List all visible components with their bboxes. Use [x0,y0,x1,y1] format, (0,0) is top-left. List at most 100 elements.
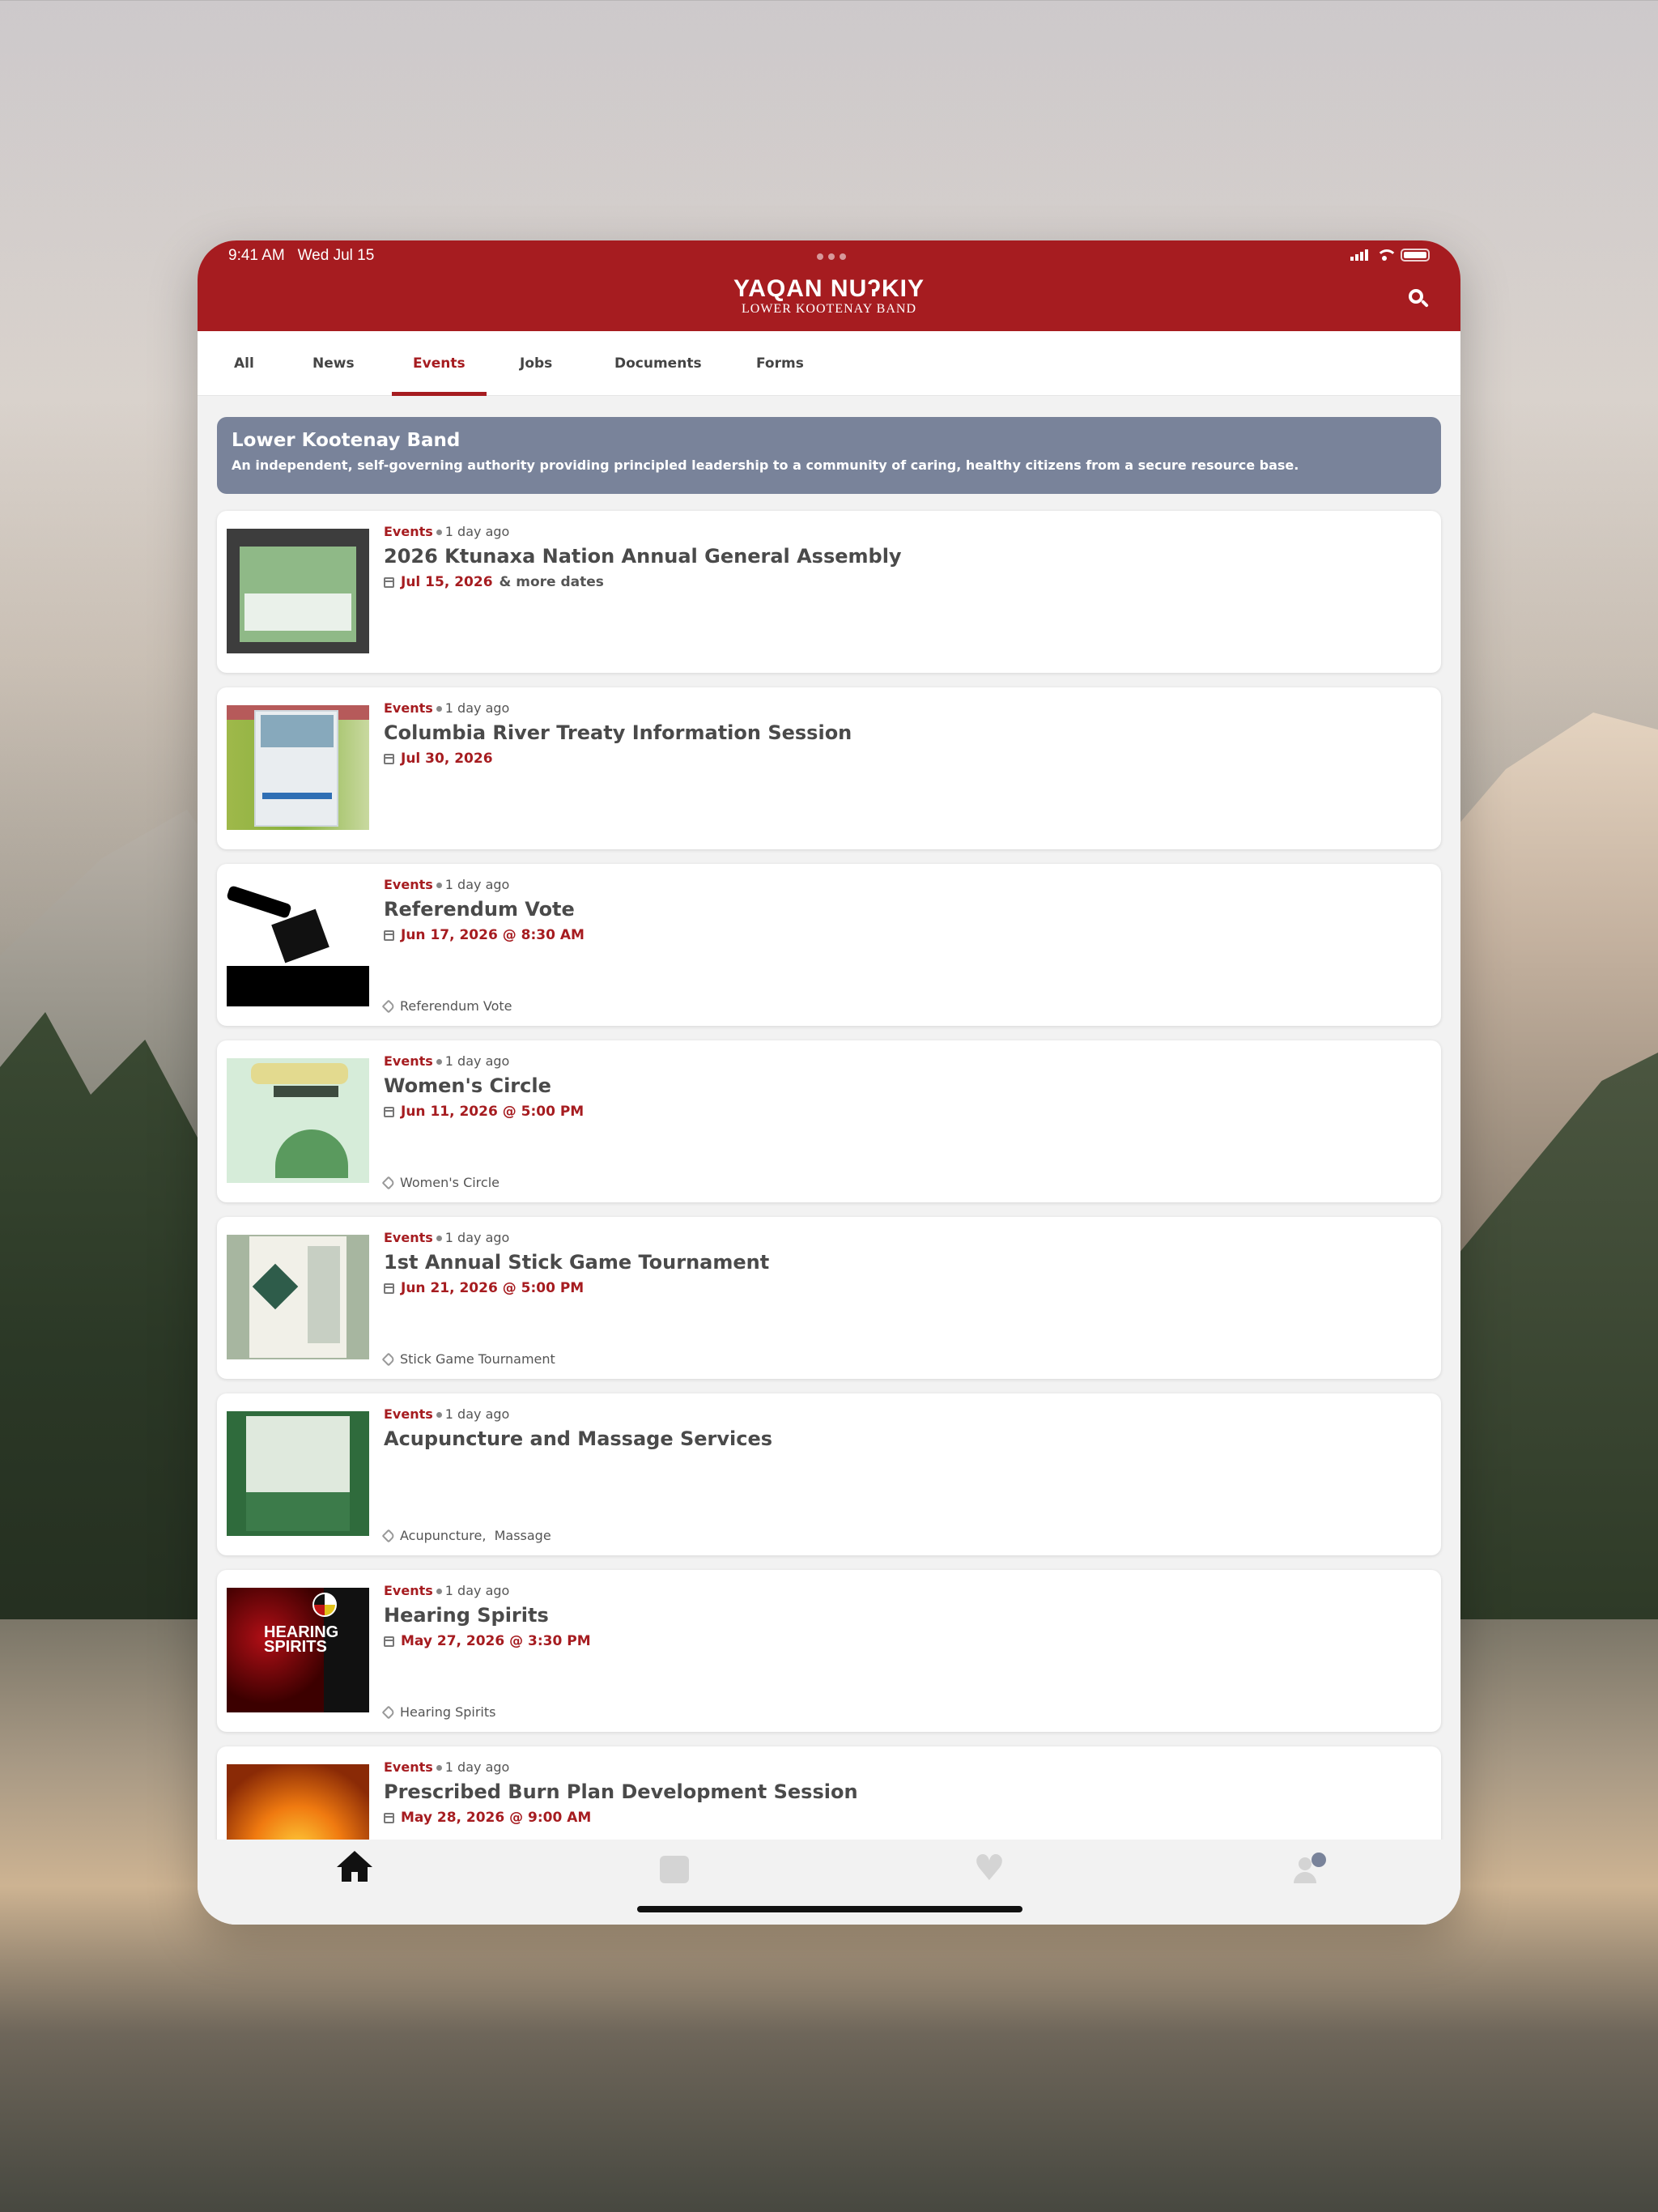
tag-icon [381,999,396,1013]
event-card[interactable]: Events 1 day ago Referendum Vote Jun 17, … [217,864,1441,1026]
event-category: Events [384,1053,433,1069]
tag-icon [381,1352,396,1366]
event-tag-text[interactable]: Women's Circle [400,1175,500,1190]
status-date: Wed Jul 15 [297,247,375,264]
event-tags: Referendum Vote [381,998,512,1014]
banner-title: Lower Kootenay Band [232,430,461,451]
user-icon[interactable] [1290,1851,1326,1887]
tab-forms[interactable]: Forms [756,331,804,396]
event-thumbnail [227,1411,369,1536]
organization-banner: Lower Kootenay Band An independent, self… [217,417,1441,494]
brand-logo: YAQAN NUʔKIY LOWER KOOTENAY BAND [198,276,1460,317]
event-time-ago: 1 day ago [444,1053,510,1069]
event-card[interactable]: Events 1 day ago Columbia River Treaty In… [217,687,1441,849]
home-indicator[interactable] [637,1906,1022,1912]
notification-badge [1312,1853,1326,1867]
event-date-text: Jun 21, 2026 @ 5:00 PM [401,1280,585,1296]
event-category: Events [384,1406,433,1422]
brand-title: YAQAN NUʔKIY [733,275,925,302]
event-card[interactable]: Events 1 day ago 1st Annual Stick Game To… [217,1217,1441,1379]
event-thumbnail: HEARING SPIRITS [227,1588,369,1712]
event-category: Events [384,1230,433,1245]
event-thumbnail [227,1235,369,1359]
status-time: 9:41 AM [228,247,285,264]
calendar-icon [384,1106,394,1117]
separator-dot [436,1059,442,1065]
event-meta: Events 1 day ago [384,1230,509,1245]
multitask-dots-icon[interactable] [817,253,846,260]
event-tag-text[interactable]: Stick Game Tournament [400,1351,555,1367]
tag-icon [381,1176,396,1189]
tab-all[interactable]: All [234,331,254,396]
event-tag-text[interactable]: Referendum Vote [400,998,512,1014]
event-card[interactable]: Events 1 day ago 2026 Ktunaxa Nation Annu… [217,511,1441,673]
event-thumbnail [227,1058,369,1183]
event-time-ago: 1 day ago [444,524,510,539]
event-time-ago: 1 day ago [444,1230,510,1245]
event-meta: Events 1 day ago [384,1583,509,1598]
separator-dot [436,530,442,535]
event-date: Jun 11, 2026 @ 5:00 PM [384,1104,584,1120]
calendar-icon [384,753,394,764]
category-tabs: All News Events Jobs Documents Forms [198,331,1460,396]
event-title: 1st Annual Stick Game Tournament [384,1251,770,1274]
event-card[interactable]: Events 1 day ago Women's Circle Jun 11, 2… [217,1040,1441,1202]
event-date: Jun 17, 2026 @ 8:30 AM [384,927,585,943]
event-date: May 27, 2026 @ 3:30 PM [384,1633,591,1649]
event-date: Jun 21, 2026 @ 5:00 PM [384,1280,584,1296]
event-title: Hearing Spirits [384,1604,549,1627]
event-tags: Hearing Spirits [381,1704,495,1720]
app-header: 9:41 AM Wed Jul 15 YAQAN NUʔKIY LOWER KO… [198,240,1460,331]
search-icon[interactable] [1407,287,1430,310]
tab-jobs[interactable]: Jobs [520,331,552,396]
event-meta: Events 1 day ago [384,1759,509,1775]
event-date-text: May 27, 2026 @ 3:30 PM [401,1633,591,1649]
calendar-icon [384,1812,394,1823]
event-time-ago: 1 day ago [444,700,510,716]
event-time-ago: 1 day ago [444,1406,510,1422]
event-title: Prescribed Burn Plan Development Session [384,1780,858,1803]
event-thumbnail [227,705,369,830]
event-meta: Events 1 day ago [384,877,509,892]
signal-icon [1350,249,1368,261]
event-date-text: Jul 15, 2026 [401,574,493,590]
separator-dot [436,883,442,888]
tab-documents[interactable]: Documents [614,331,702,396]
brand-subtitle: LOWER KOOTENAY BAND [741,302,917,316]
separator-dot [436,706,442,712]
event-card[interactable]: HEARING SPIRITS Events 1 day ago Hearing … [217,1570,1441,1732]
home-icon[interactable] [337,1851,372,1887]
event-title: Women's Circle [384,1074,551,1097]
event-time-ago: 1 day ago [444,1759,510,1775]
calendar-icon [384,1636,394,1647]
event-tags: Acupuncture, Massage [381,1528,551,1543]
status-icons [1350,249,1430,262]
event-category: Events [384,524,433,539]
event-title: 2026 Ktunaxa Nation Annual General Assem… [384,545,902,568]
battery-icon [1401,249,1430,262]
event-meta: Events 1 day ago [384,1053,509,1069]
event-date-text: May 28, 2026 @ 9:00 AM [401,1810,592,1826]
tab-news[interactable]: News [312,331,355,396]
tag-icon [381,1529,396,1542]
calendar-icon [384,929,394,941]
calendar-icon [384,1283,394,1294]
banner-description: An independent, self-governing authority… [232,457,1299,473]
event-meta: Events 1 day ago [384,700,509,716]
event-category: Events [384,877,433,892]
calendar-icon[interactable] [657,1851,692,1887]
separator-dot [436,1236,442,1241]
event-tag-text[interactable]: Hearing Spirits [400,1704,495,1720]
event-card[interactable]: Events 1 day ago Acupuncture and Massage … [217,1393,1441,1555]
event-thumbnail [227,882,369,1006]
separator-dot [436,1589,442,1594]
event-tag-text[interactable]: Acupuncture, Massage [400,1528,551,1543]
status-bar-time: 9:41 AM Wed Jul 15 [228,247,374,265]
event-category: Events [384,1759,433,1775]
event-more-dates: & more dates [499,574,604,590]
event-time-ago: 1 day ago [444,877,510,892]
tab-events[interactable]: Events [392,331,486,396]
event-category: Events [384,700,433,716]
event-title: Acupuncture and Massage Services [384,1427,773,1450]
heart-icon[interactable]: ♥ [971,1851,1007,1887]
